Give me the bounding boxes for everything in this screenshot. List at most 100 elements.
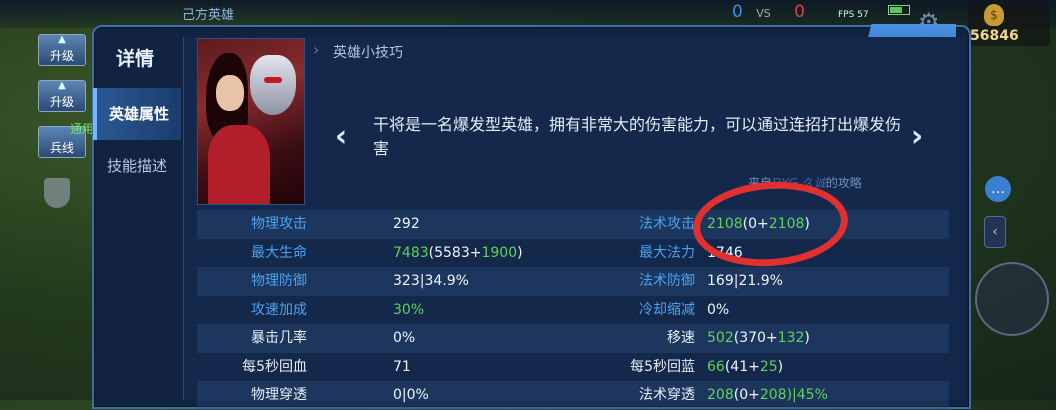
credit-author[interactable]: DYG.久诚 [772, 176, 826, 190]
right-stat-value: 2108(0+2108) [707, 210, 810, 239]
portrait-mask [250, 55, 296, 115]
stat-row: 每5秒回血 71 每5秒回蓝 66(41+25) [197, 353, 949, 382]
stat-value-part: 0% [707, 301, 730, 318]
upgrade-button-1[interactable]: ▲ 升级 [38, 34, 86, 66]
portrait-face [216, 75, 244, 111]
stat-value-part: )|45% [786, 387, 828, 403]
left-stat-value: 0|0% [393, 381, 429, 410]
detail-nav: 英雄属性 技能描述 [93, 88, 181, 192]
right-stat-label: 移速 [667, 330, 695, 346]
tab-hero-attributes[interactable]: 英雄属性 [93, 88, 181, 140]
left-stat-value: 292 [393, 210, 420, 239]
stat-value-part: 1900 [481, 244, 518, 261]
right-stat-label: 冷却缩减 [639, 301, 695, 318]
credit-prefix: 来自 [748, 176, 773, 190]
stat-value-part: 323|34.9% [393, 273, 469, 289]
tab-skill-description[interactable]: 技能描述 [93, 140, 181, 192]
stat-value-part: (0+ [733, 387, 760, 403]
gold-amount: 56846 [970, 28, 1019, 44]
stat-value-part: 132 [777, 330, 805, 346]
score-red: 0 [794, 2, 805, 22]
upgrade-label: 升级 [49, 49, 74, 63]
left-stat-label: 攻速加成 [251, 301, 307, 318]
chat-icon[interactable]: … [985, 176, 1011, 202]
stat-value-part: ) [777, 358, 784, 375]
right-stat-label: 法术攻击 [639, 216, 695, 232]
stat-value-part: ) [804, 330, 810, 346]
stats-table: 物理攻击 292 法术攻击 2108(0+2108) 最大生命 7483(5583+190… [197, 210, 949, 410]
left-stat-value: 7483(5583+1900) [393, 239, 523, 268]
right-stat-label: 最大法力 [639, 244, 695, 261]
score-vs: VS [756, 7, 771, 20]
score-blue: 0 [732, 2, 743, 22]
up-arrow-icon: ▲ [58, 80, 66, 91]
right-stat-value: 1746 [707, 239, 743, 268]
stat-value-part: 7483 [393, 244, 429, 261]
stat-value-part: 30% [393, 301, 425, 318]
portrait-dress [208, 125, 270, 204]
panel-title: 详情 [116, 48, 155, 70]
tip-credit: 来自DYG.久诚的攻略 [748, 174, 862, 191]
stat-row: 暴击几率 0% 移速 502(370+132) [197, 324, 949, 353]
stat-value-part: 502 [707, 330, 734, 346]
credit-suffix: 的攻略 [825, 176, 862, 190]
hero-tips-label: 英雄小技巧 [313, 40, 403, 62]
stat-value-part: 1746 [707, 244, 743, 261]
green-hint-text: 通用 [70, 122, 95, 136]
shield-icon [44, 178, 70, 208]
stat-row: 最大生命 7483(5583+1900) 最大法力 1746 [197, 239, 949, 268]
left-stat-label: 暴击几率 [251, 330, 307, 346]
fps-readout: FPS 57 [838, 10, 869, 20]
left-stat-value: 0% [393, 324, 415, 353]
stat-value-part: 71 [393, 358, 411, 375]
money-bag-icon: $ [984, 4, 1004, 26]
right-stat-value: 502(370+132) [707, 324, 810, 353]
score-display: 0 VS 0 [732, 2, 805, 22]
stat-value-part: 169|21.9% [707, 273, 783, 289]
stat-value-part: 208 [707, 387, 734, 403]
left-stat-label: 最大生命 [251, 244, 307, 261]
left-stat-value: 71 [393, 353, 411, 382]
upgrade-button-2[interactable]: ▲ 升级 [38, 80, 86, 112]
stat-value-part: (5583+ [428, 244, 482, 261]
stat-row: 物理穿透 0|0% 法术穿透 208(0+208)|45% [197, 381, 949, 410]
hero-portrait [197, 38, 305, 205]
right-stat-value: 66(41+25) [707, 353, 783, 382]
stat-value-part: 25 [759, 358, 778, 375]
prev-tip-button[interactable]: ‹ [330, 120, 352, 154]
right-stat-label: 法术防御 [639, 273, 695, 289]
right-stat-value: 0% [707, 296, 729, 325]
hero-tip-text: 干将是一名爆发型英雄，拥有非常大的伤害能力，可以通过连招打出爆发伤害 [373, 115, 902, 158]
left-action-buttons: ▲ 升级 ▲ 升级 兵线 [38, 34, 86, 172]
left-stat-label: 物理防御 [251, 273, 307, 289]
right-stat-value: 169|21.9% [707, 267, 783, 296]
left-stat-label: 物理攻击 [251, 216, 307, 232]
stat-value-part: 0|0% [393, 387, 429, 403]
left-stat-value: 30% [393, 296, 424, 325]
stat-value-part: 208 [759, 387, 787, 403]
right-stat-label: 每5秒回蓝 [630, 358, 695, 375]
upgrade-label: 升级 [49, 95, 74, 109]
stat-value-part: 0% [393, 330, 416, 346]
stat-value-part: (370+ [733, 330, 778, 346]
battery-icon [888, 5, 910, 15]
stat-row: 攻速加成 30% 冷却缩减 0% [197, 296, 949, 325]
up-arrow-icon: ▲ [58, 34, 66, 45]
stat-value-part: 292 [393, 216, 420, 232]
left-stat-label: 每5秒回血 [242, 358, 307, 375]
stat-value-part: 2108 [707, 216, 743, 232]
left-stat-value: 323|34.9% [393, 267, 469, 296]
skill-button[interactable] [975, 262, 1049, 336]
left-stat-label: 物理穿透 [251, 387, 307, 403]
minion-lane-label: 兵线 [49, 141, 74, 155]
stat-row: 物理攻击 292 法术攻击 2108(0+2108) [197, 210, 949, 239]
stat-value-part: (41+ [724, 358, 760, 375]
gold-counter[interactable]: $ 56846 [968, 2, 1050, 46]
right-stat-label: 法术穿透 [639, 387, 695, 403]
stat-value-part: 66 [707, 358, 725, 375]
next-tip-button[interactable]: › [906, 120, 928, 154]
stat-value-part: (0+ [742, 216, 769, 232]
chevron-left-icon[interactable]: ‹ [984, 216, 1006, 248]
right-stat-value: 208(0+208)|45% [707, 381, 828, 410]
stat-value-part: ) [517, 244, 523, 261]
